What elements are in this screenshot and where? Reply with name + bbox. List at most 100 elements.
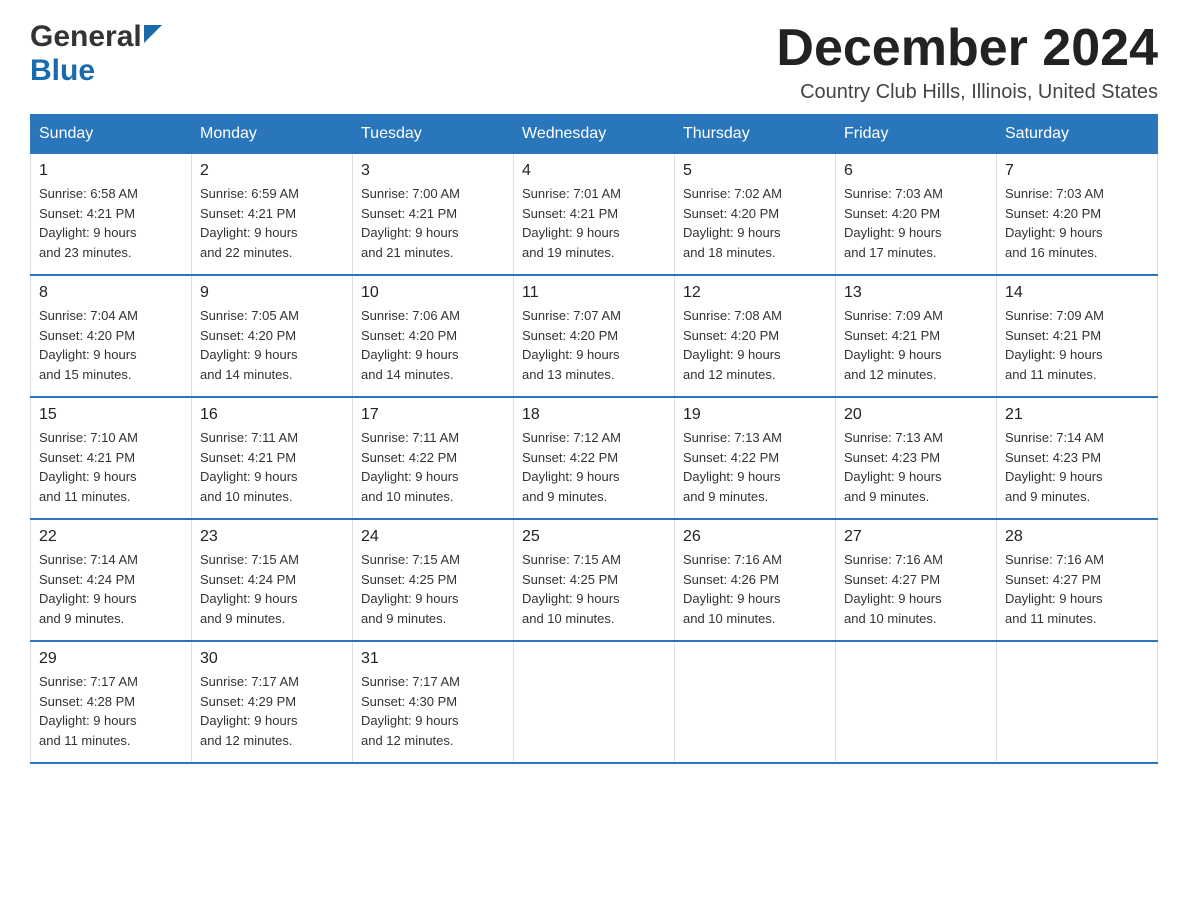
calendar-cell: 6 Sunrise: 7:03 AMSunset: 4:20 PMDayligh… [836,154,997,276]
day-number: 8 [39,284,183,302]
day-number: 5 [683,162,827,180]
calendar-header-friday: Friday [836,115,997,154]
day-number: 13 [844,284,988,302]
page-header: General Blue December 2024 Country Club … [30,20,1158,104]
calendar-cell: 28 Sunrise: 7:16 AMSunset: 4:27 PMDaylig… [997,519,1158,641]
calendar-header-wednesday: Wednesday [514,115,675,154]
calendar-cell: 18 Sunrise: 7:12 AMSunset: 4:22 PMDaylig… [514,397,675,519]
calendar-header-tuesday: Tuesday [353,115,514,154]
day-number: 17 [361,406,505,424]
day-info: Sunrise: 7:10 AMSunset: 4:21 PMDaylight:… [39,428,183,506]
calendar-cell: 27 Sunrise: 7:16 AMSunset: 4:27 PMDaylig… [836,519,997,641]
calendar-cell: 24 Sunrise: 7:15 AMSunset: 4:25 PMDaylig… [353,519,514,641]
logo-general-text: General [30,20,142,54]
day-info: Sunrise: 6:59 AMSunset: 4:21 PMDaylight:… [200,184,344,262]
calendar-cell: 5 Sunrise: 7:02 AMSunset: 4:20 PMDayligh… [675,154,836,276]
calendar-cell: 8 Sunrise: 7:04 AMSunset: 4:20 PMDayligh… [31,275,192,397]
day-info: Sunrise: 7:13 AMSunset: 4:22 PMDaylight:… [683,428,827,506]
calendar-cell: 25 Sunrise: 7:15 AMSunset: 4:25 PMDaylig… [514,519,675,641]
day-number: 7 [1005,162,1149,180]
calendar-cell: 20 Sunrise: 7:13 AMSunset: 4:23 PMDaylig… [836,397,997,519]
day-info: Sunrise: 7:16 AMSunset: 4:27 PMDaylight:… [1005,550,1149,628]
calendar-cell: 21 Sunrise: 7:14 AMSunset: 4:23 PMDaylig… [997,397,1158,519]
day-info: Sunrise: 7:11 AMSunset: 4:22 PMDaylight:… [361,428,505,506]
day-info: Sunrise: 7:13 AMSunset: 4:23 PMDaylight:… [844,428,988,506]
day-info: Sunrise: 7:09 AMSunset: 4:21 PMDaylight:… [844,306,988,384]
calendar-cell: 17 Sunrise: 7:11 AMSunset: 4:22 PMDaylig… [353,397,514,519]
day-info: Sunrise: 7:00 AMSunset: 4:21 PMDaylight:… [361,184,505,262]
day-number: 12 [683,284,827,302]
calendar-cell: 23 Sunrise: 7:15 AMSunset: 4:24 PMDaylig… [192,519,353,641]
logo-triangle-icon [144,25,162,43]
day-info: Sunrise: 7:15 AMSunset: 4:25 PMDaylight:… [522,550,666,628]
day-number: 19 [683,406,827,424]
day-info: Sunrise: 7:16 AMSunset: 4:26 PMDaylight:… [683,550,827,628]
calendar-week-2: 8 Sunrise: 7:04 AMSunset: 4:20 PMDayligh… [31,275,1158,397]
day-number: 18 [522,406,666,424]
day-info: Sunrise: 7:06 AMSunset: 4:20 PMDaylight:… [361,306,505,384]
calendar-week-4: 22 Sunrise: 7:14 AMSunset: 4:24 PMDaylig… [31,519,1158,641]
calendar-cell: 9 Sunrise: 7:05 AMSunset: 4:20 PMDayligh… [192,275,353,397]
day-number: 14 [1005,284,1149,302]
day-number: 29 [39,650,183,668]
calendar-week-3: 15 Sunrise: 7:10 AMSunset: 4:21 PMDaylig… [31,397,1158,519]
calendar-cell [514,641,675,763]
calendar-cell: 7 Sunrise: 7:03 AMSunset: 4:20 PMDayligh… [997,154,1158,276]
day-number: 16 [200,406,344,424]
calendar-cell: 14 Sunrise: 7:09 AMSunset: 4:21 PMDaylig… [997,275,1158,397]
calendar-cell: 29 Sunrise: 7:17 AMSunset: 4:28 PMDaylig… [31,641,192,763]
day-number: 25 [522,528,666,546]
day-info: Sunrise: 7:03 AMSunset: 4:20 PMDaylight:… [1005,184,1149,262]
day-number: 3 [361,162,505,180]
day-number: 2 [200,162,344,180]
day-info: Sunrise: 7:17 AMSunset: 4:29 PMDaylight:… [200,672,344,750]
calendar-cell: 10 Sunrise: 7:06 AMSunset: 4:20 PMDaylig… [353,275,514,397]
calendar-cell: 31 Sunrise: 7:17 AMSunset: 4:30 PMDaylig… [353,641,514,763]
day-info: Sunrise: 7:08 AMSunset: 4:20 PMDaylight:… [683,306,827,384]
calendar-table: SundayMondayTuesdayWednesdayThursdayFrid… [30,114,1158,764]
calendar-cell: 1 Sunrise: 6:58 AMSunset: 4:21 PMDayligh… [31,154,192,276]
day-info: Sunrise: 7:12 AMSunset: 4:22 PMDaylight:… [522,428,666,506]
calendar-cell [675,641,836,763]
calendar-cell: 4 Sunrise: 7:01 AMSunset: 4:21 PMDayligh… [514,154,675,276]
day-number: 22 [39,528,183,546]
calendar-cell: 11 Sunrise: 7:07 AMSunset: 4:20 PMDaylig… [514,275,675,397]
day-info: Sunrise: 7:04 AMSunset: 4:20 PMDaylight:… [39,306,183,384]
calendar-header-row: SundayMondayTuesdayWednesdayThursdayFrid… [31,115,1158,154]
calendar-cell [836,641,997,763]
day-number: 6 [844,162,988,180]
calendar-header-saturday: Saturday [997,115,1158,154]
day-number: 15 [39,406,183,424]
calendar-header-thursday: Thursday [675,115,836,154]
day-info: Sunrise: 7:05 AMSunset: 4:20 PMDaylight:… [200,306,344,384]
day-number: 4 [522,162,666,180]
day-number: 31 [361,650,505,668]
calendar-cell: 3 Sunrise: 7:00 AMSunset: 4:21 PMDayligh… [353,154,514,276]
day-number: 11 [522,284,666,302]
calendar-cell: 19 Sunrise: 7:13 AMSunset: 4:22 PMDaylig… [675,397,836,519]
calendar-week-5: 29 Sunrise: 7:17 AMSunset: 4:28 PMDaylig… [31,641,1158,763]
calendar-cell: 22 Sunrise: 7:14 AMSunset: 4:24 PMDaylig… [31,519,192,641]
day-info: Sunrise: 7:03 AMSunset: 4:20 PMDaylight:… [844,184,988,262]
day-number: 26 [683,528,827,546]
calendar-header-sunday: Sunday [31,115,192,154]
day-number: 24 [361,528,505,546]
calendar-cell: 13 Sunrise: 7:09 AMSunset: 4:21 PMDaylig… [836,275,997,397]
day-info: Sunrise: 7:14 AMSunset: 4:23 PMDaylight:… [1005,428,1149,506]
calendar-cell [997,641,1158,763]
day-info: Sunrise: 7:15 AMSunset: 4:25 PMDaylight:… [361,550,505,628]
calendar-cell: 26 Sunrise: 7:16 AMSunset: 4:26 PMDaylig… [675,519,836,641]
day-info: Sunrise: 7:17 AMSunset: 4:28 PMDaylight:… [39,672,183,750]
calendar-cell: 12 Sunrise: 7:08 AMSunset: 4:20 PMDaylig… [675,275,836,397]
day-info: Sunrise: 7:01 AMSunset: 4:21 PMDaylight:… [522,184,666,262]
title-section: December 2024 Country Club Hills, Illino… [776,20,1158,104]
calendar-cell: 16 Sunrise: 7:11 AMSunset: 4:21 PMDaylig… [192,397,353,519]
page-subtitle: Country Club Hills, Illinois, United Sta… [776,81,1158,104]
day-number: 23 [200,528,344,546]
day-number: 20 [844,406,988,424]
day-info: Sunrise: 7:09 AMSunset: 4:21 PMDaylight:… [1005,306,1149,384]
day-number: 30 [200,650,344,668]
day-info: Sunrise: 6:58 AMSunset: 4:21 PMDaylight:… [39,184,183,262]
calendar-cell: 15 Sunrise: 7:10 AMSunset: 4:21 PMDaylig… [31,397,192,519]
day-info: Sunrise: 7:14 AMSunset: 4:24 PMDaylight:… [39,550,183,628]
